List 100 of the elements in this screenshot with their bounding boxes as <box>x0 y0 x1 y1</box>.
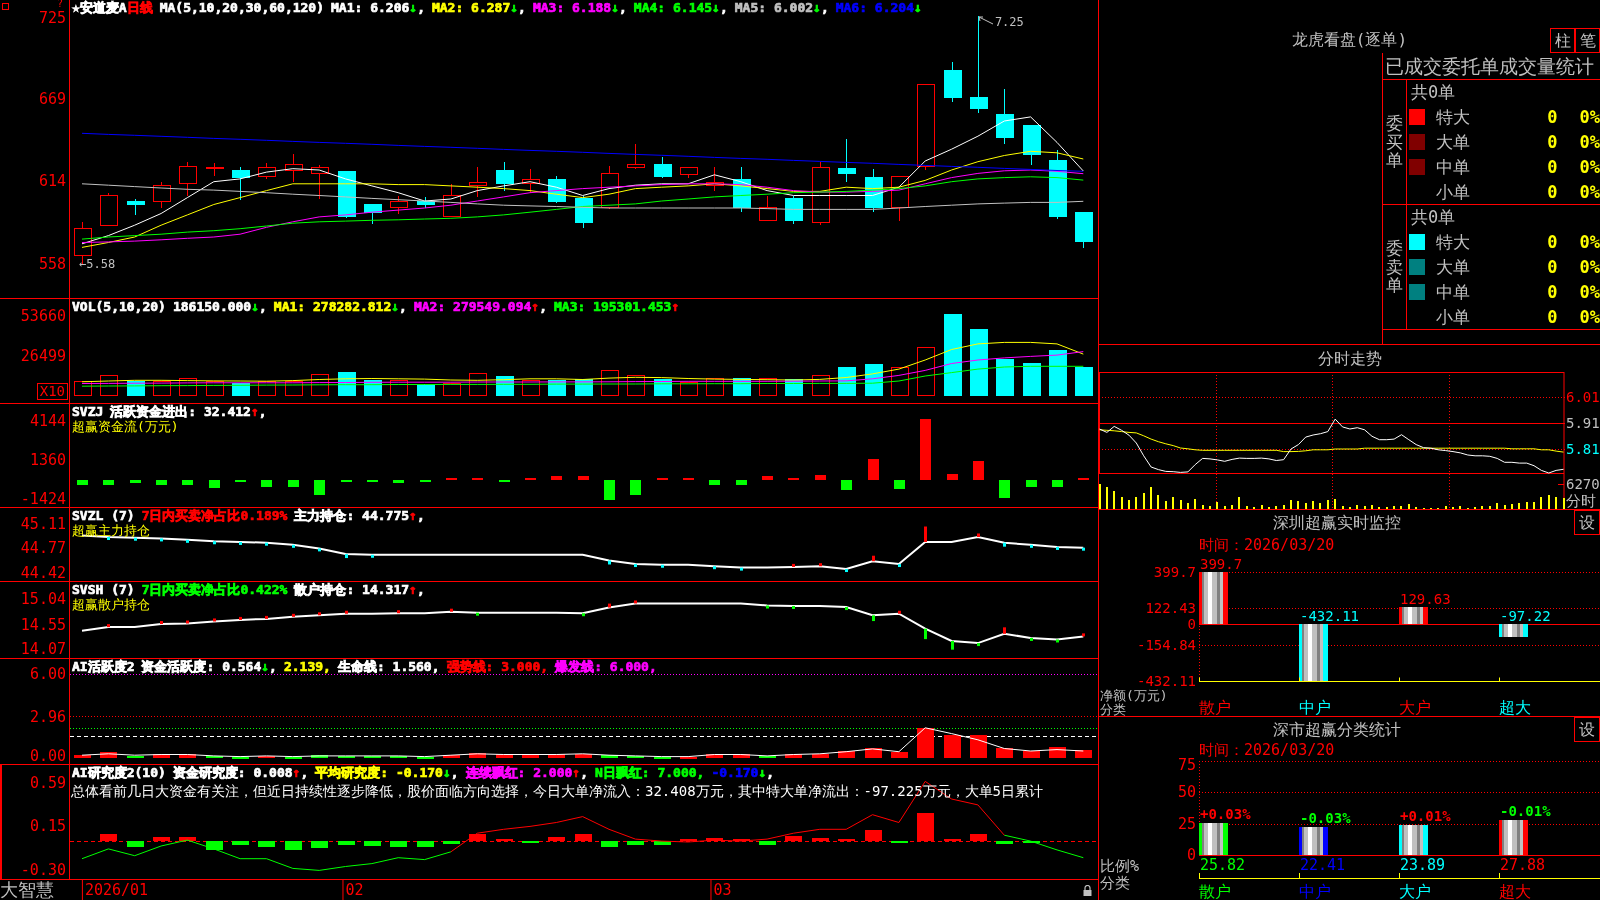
legend-text: 爆发线: 6.000, <box>555 659 657 674</box>
legend-text: 资金研究度: 0.008 <box>172 765 293 780</box>
legend-text: 资金活跃度: 0.564 <box>141 659 262 674</box>
axis-tick-label: 14.07 <box>20 641 66 658</box>
legend-text: MA6: 6.204 <box>835 0 914 15</box>
axis-tick-label: -0.30 <box>20 862 66 879</box>
panel-title: 龙虎看盘(逐单) <box>1291 31 1408 49</box>
order-percent: 0% <box>1579 307 1600 326</box>
axis-tick-label: 558 <box>38 256 66 272</box>
order-count: 0 <box>1547 182 1558 201</box>
axis-tick-label: 2.96 <box>29 708 66 725</box>
legend-text: ↑ <box>292 765 301 780</box>
legend-text: SVSH (7) <box>72 582 135 597</box>
legend-text: , <box>399 299 407 314</box>
chart-date: 时间：2026/03/20 <box>1199 743 1335 757</box>
change-label: +0.01% <box>1400 808 1451 825</box>
legend-text: 平均研究度: -0.170 <box>315 765 443 780</box>
change-label: -0.03% <box>1300 809 1351 826</box>
legend-text: , <box>450 765 459 780</box>
axis-title: 分时 <box>1566 493 1596 509</box>
legend-text: MA5: 6.002 <box>734 0 814 15</box>
axis-tick-label: 44.77 <box>20 540 66 557</box>
pane-caption: 超赢资金流(万元) <box>72 419 179 434</box>
legend-text: 7日内买卖净占比0.422% <box>141 582 288 597</box>
legend-text: 生命线: 1.560, <box>337 659 440 674</box>
axis-tick-label: 6270 <box>1566 476 1600 492</box>
axis-tick-label: 0 <box>1186 847 1196 863</box>
legend-text: ↓ <box>391 299 400 314</box>
legend-text: , <box>518 0 526 15</box>
axis-tick-label: 6.01 <box>1566 388 1600 405</box>
order-size-label: 小单 <box>1436 307 1470 326</box>
legend-text: N日飘红: 7.000, <box>595 765 705 780</box>
legend-text: , <box>580 765 588 780</box>
axis-tick-label: 50 <box>1177 784 1196 801</box>
legend-text: ↑ <box>572 765 581 780</box>
category-label: 大户 <box>1399 883 1431 900</box>
legend-text: 7日内买卖净占比0.189% <box>141 508 288 523</box>
app-name: 大智慧 <box>0 880 54 900</box>
order-count: 0 <box>1547 133 1558 151</box>
legend-text: ↑ <box>409 508 417 523</box>
axis-title: 净额(万元) <box>1100 689 1168 703</box>
order-percent: 0% <box>1579 157 1600 176</box>
legend-text: ↓ <box>510 0 519 15</box>
order-count: 0 <box>1547 307 1558 326</box>
chart-date: 时间：2026/03/20 <box>1199 536 1335 553</box>
legend-text: AI活跃度2 <box>72 659 135 674</box>
legend-text: , <box>820 0 829 15</box>
legend-text: MA2: 6.287 <box>431 0 511 15</box>
axis-tick-label: 75 <box>1177 757 1196 773</box>
value-label: 27.88 <box>1500 857 1546 873</box>
axis-tick-label: -432.11 <box>1137 674 1196 688</box>
legend-text: -0.170 <box>711 765 759 780</box>
group-label: 委卖单 <box>1386 238 1403 296</box>
legend-text: 2.139, <box>283 659 331 674</box>
order-size-label: 特大 <box>1436 233 1470 252</box>
category-label: 超大 <box>1499 883 1531 900</box>
category-label: 中户 <box>1299 883 1331 900</box>
legend-text: , <box>269 659 277 674</box>
date-label: 2026/01 <box>81 880 151 900</box>
legend-text: , <box>300 765 309 780</box>
order-count: 0 <box>1547 157 1558 176</box>
legend-text: MA1: 6.206 <box>331 0 410 15</box>
axis-title: 比例% <box>1100 858 1140 874</box>
legend-text: ↑ <box>409 582 417 597</box>
value-label: 22.41 <box>1300 857 1346 873</box>
order-percent: 0% <box>1579 258 1600 276</box>
legend-text: MA3: 195301.453 <box>554 299 672 314</box>
legend-text: ↓ <box>758 765 767 780</box>
legend-text: MA3: 6.188 <box>532 0 612 15</box>
legend-text: , <box>766 765 775 780</box>
legend-text: SVZL (7) <box>72 508 135 523</box>
legend-text: ↓ <box>261 659 270 674</box>
legend-text: , <box>719 0 728 15</box>
legend-text: 活跃资金进出: 32.412 <box>110 404 251 419</box>
legend-text: 强势线: 3.000, <box>446 659 549 674</box>
legend-text: ↓ <box>442 765 451 780</box>
legend-text: , <box>258 404 267 419</box>
category-label: 超大 <box>1499 699 1531 716</box>
value-label: 25.82 <box>1200 857 1246 873</box>
legend-text: , <box>619 0 627 15</box>
legend-text: ★安道麦A <box>72 0 127 15</box>
legend-text: ↑ <box>531 299 540 314</box>
axis-title: 分类 <box>1100 875 1130 891</box>
pane-caption: 超赢散户持仓 <box>72 597 150 612</box>
axis-title: 分类 <box>1100 703 1126 717</box>
axis-tick-label: 45.11 <box>20 516 66 533</box>
order-size-label: 中单 <box>1436 282 1470 301</box>
axis-tick-label: 399.7 <box>1153 565 1196 579</box>
legend-text: MA2: 279549.094 <box>413 299 532 314</box>
legend-text: MA(5,10,20,30,60,120) <box>159 0 325 15</box>
value-label: 129.63 <box>1400 591 1451 608</box>
legend-text: 连续飘红: 2.000 <box>465 765 573 780</box>
order-count: 0 <box>1547 233 1558 252</box>
panel-title: 深市超赢分类统计 <box>1272 721 1401 739</box>
axis-tick-label: 122.43 <box>1145 601 1196 616</box>
axis-tick-label: -1424 <box>20 491 66 507</box>
axis-tick-label: 0 <box>1187 617 1196 632</box>
order-count: 0 <box>1547 108 1558 127</box>
change-label: +0.03% <box>1200 805 1251 822</box>
axis-tick-label: 44.42 <box>20 565 66 581</box>
